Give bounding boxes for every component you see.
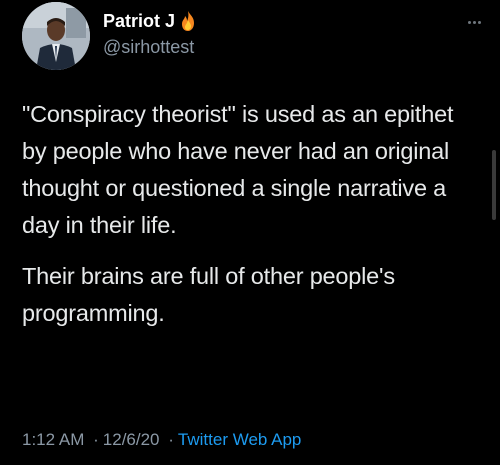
tweet-time[interactable]: 1:12 AM <box>22 430 84 449</box>
tweet-date[interactable]: 12/6/20 <box>103 430 160 449</box>
more-dot-icon <box>472 20 476 24</box>
more-options-button[interactable] <box>460 10 488 34</box>
tweet-text: "Conspiracy theorist" is used as an epit… <box>22 96 484 346</box>
more-dot-icon <box>467 20 471 24</box>
tweet-paragraph: Their brains are full of other people's … <box>22 263 395 326</box>
tweet-paragraph: "Conspiracy theorist" is used as an epit… <box>22 101 454 238</box>
author-name[interactable]: Patriot J <box>103 9 175 33</box>
more-dot-icon <box>477 20 481 24</box>
avatar[interactable] <box>22 2 90 70</box>
scrollbar[interactable] <box>492 150 496 220</box>
author-handle[interactable]: @sirhottest <box>103 35 194 59</box>
tweet-source-link[interactable]: Twitter Web App <box>178 430 301 449</box>
author-name-row: Patriot J <box>103 9 197 33</box>
meta-separator: · <box>93 430 99 449</box>
tweet-card: Patriot J @sirhottest "Conspiracy theori… <box>0 0 500 465</box>
fire-icon <box>179 10 197 32</box>
tweet-meta: 1:12 AM · 12/6/20 · Twitter Web App <box>22 428 301 452</box>
meta-separator: · <box>168 430 174 449</box>
avatar-image <box>22 2 90 70</box>
